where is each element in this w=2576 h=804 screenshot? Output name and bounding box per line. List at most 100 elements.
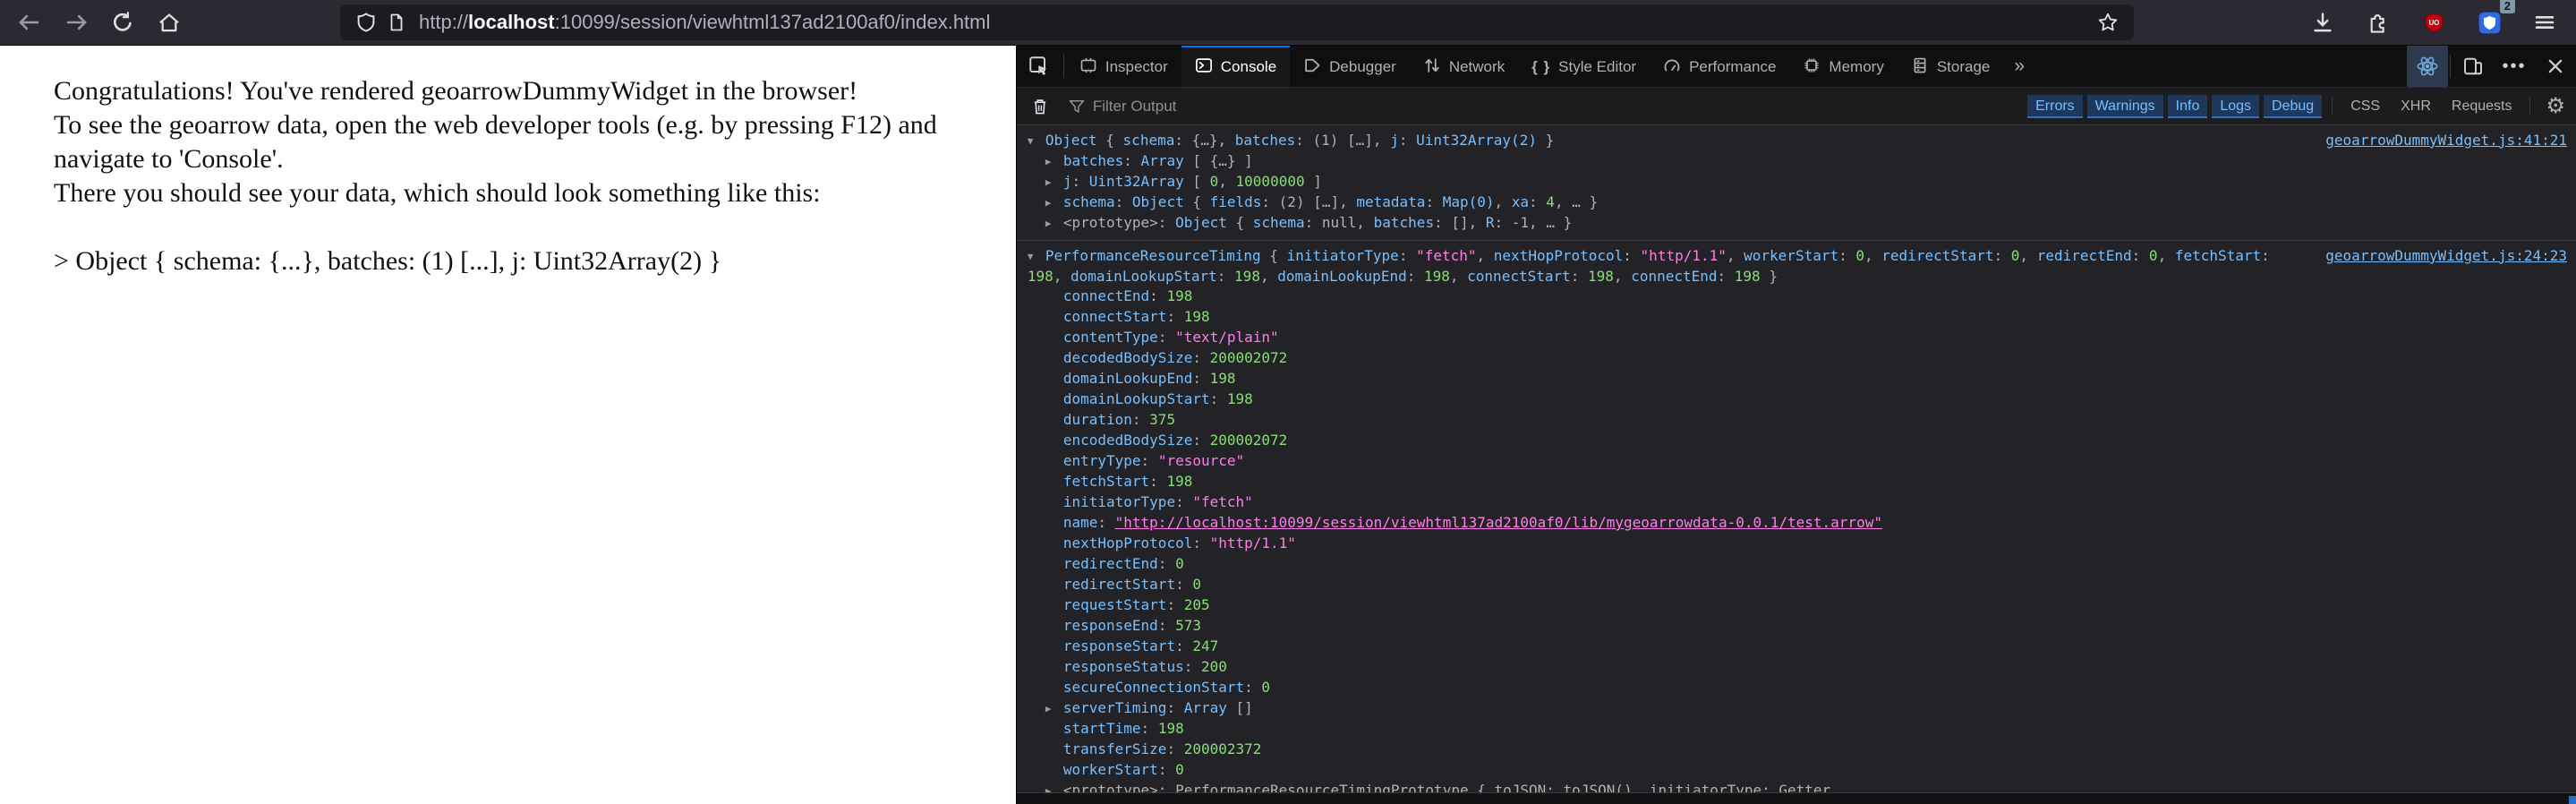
divider	[2332, 97, 2333, 115]
console-token-key: connectStart	[1467, 268, 1571, 285]
console-token-dim: : (2) […],	[1261, 193, 1357, 210]
console-token-num: 573	[1175, 617, 1201, 634]
console-token-key: batches	[1062, 152, 1124, 169]
console-token-dim: :	[1406, 268, 1424, 285]
filter-requests[interactable]: Requests	[2444, 95, 2521, 118]
bookmark-star-icon[interactable]	[2093, 7, 2123, 38]
tab-debugger[interactable]: Debugger	[1290, 46, 1410, 87]
forward-icon[interactable]	[59, 5, 93, 39]
console-token-str: "text/plain"	[1175, 329, 1279, 346]
console-token-dim: ,	[2019, 247, 2037, 264]
console-token-dim: <prototype>:	[1062, 214, 1176, 231]
chevron-double-icon[interactable]: »	[2003, 46, 2035, 87]
console-token-dim: :	[1398, 247, 1417, 264]
extensions-puzzle-icon[interactable]	[2361, 5, 2395, 39]
trash-icon[interactable]	[1026, 92, 1054, 121]
browser-toolbar: http://localhost:10099/session/viewhtml1…	[0, 0, 2576, 46]
atom-icon[interactable]	[2407, 46, 2448, 87]
back-icon[interactable]	[13, 5, 47, 39]
filter-xhr[interactable]: XHR	[2393, 95, 2439, 118]
home-icon[interactable]	[152, 5, 186, 39]
twisty-open-icon[interactable]: ▼	[1028, 132, 1045, 151]
console-token-dim: :	[1192, 432, 1210, 449]
shield-icon[interactable]	[351, 7, 381, 38]
filter-info[interactable]: Info	[2167, 94, 2208, 118]
inspector-icon	[1079, 56, 1097, 79]
tab-inspector[interactable]: Inspector	[1066, 46, 1181, 87]
pick-element-icon[interactable]	[1017, 46, 1062, 87]
console-token-dim: ,	[1259, 268, 1278, 285]
console-property-row: duration: 375	[1028, 410, 2567, 431]
twisty-closed-icon[interactable]: ▶	[1045, 193, 1063, 213]
console-token-key: xa	[1511, 193, 1530, 210]
console-token-obj: Map(0)	[1442, 193, 1495, 210]
filter-logs[interactable]: Logs	[2212, 94, 2260, 118]
filter-debug[interactable]: Debug	[2264, 94, 2323, 118]
console-token-dim: :	[1570, 268, 1589, 285]
twisty-closed-icon[interactable]: ▶	[1045, 782, 1063, 792]
console-property-row: redirectStart: 0	[1028, 575, 2567, 595]
twisty-closed-icon[interactable]: ▶	[1045, 214, 1063, 234]
console-input-row[interactable]	[1016, 792, 2576, 804]
console-token-dim: : (1) […],	[1295, 132, 1391, 149]
tab-memory[interactable]: Memory	[1789, 46, 1897, 87]
source-location-link[interactable]: geoarrowDummyWidget.js:41:21	[2325, 131, 2567, 150]
console-token-num: 0	[2010, 247, 2020, 264]
filter-warnings[interactable]: Warnings	[2086, 94, 2163, 118]
source-location-link[interactable]: geoarrowDummyWidget.js:24:23	[2325, 246, 2567, 266]
console-token-dim: {	[1096, 132, 1123, 149]
page-icon[interactable]	[381, 7, 412, 38]
console-token-dim: :	[1166, 740, 1184, 757]
tab-network[interactable]: Network	[1410, 46, 1518, 87]
console-property-row: workerStart: 0	[1028, 760, 2567, 781]
download-icon[interactable]	[2306, 5, 2340, 39]
url-text[interactable]: http://localhost:10099/session/viewhtml1…	[419, 11, 2093, 34]
console-property-row: responseEnd: 573	[1028, 616, 2567, 637]
tab-label: Network	[1448, 58, 1506, 75]
console-token-num: 198	[1027, 268, 1053, 285]
console-property-row: secureConnectionStart: 0	[1028, 678, 2567, 698]
twisty-closed-icon[interactable]: ▶	[1045, 173, 1063, 192]
ublock-icon[interactable]: UO	[2417, 5, 2451, 39]
console-token-key: batches	[1373, 214, 1435, 231]
console-token-key: entryType	[1062, 452, 1141, 469]
tab-label: Style Editor	[1558, 58, 1637, 75]
filter-css[interactable]: CSS	[2342, 95, 2388, 118]
console-token-key: redirectEnd	[2036, 247, 2132, 264]
meatball-menu-icon[interactable]: •••	[2494, 46, 2535, 87]
hamburger-menu-icon[interactable]	[2528, 5, 2562, 39]
console-token-obj: PerformanceResourceTiming	[1045, 247, 1261, 264]
console-token-num: 198	[1423, 268, 1450, 285]
gear-icon[interactable]: ⚙	[2546, 93, 2565, 119]
tab-performance[interactable]: Performance	[1650, 46, 1789, 87]
console-token-key: contentType	[1062, 329, 1158, 346]
reload-icon[interactable]	[106, 5, 140, 39]
tab-storage[interactable]: Storage	[1898, 46, 2004, 87]
console-icon	[1195, 56, 1213, 79]
close-icon[interactable]	[2535, 46, 2576, 87]
svg-text:UO: UO	[2428, 19, 2439, 27]
url-bar[interactable]: http://localhost:10099/session/viewhtml1…	[340, 4, 2134, 40]
twisty-open-icon[interactable]: ▼	[1028, 247, 1045, 267]
filter-input[interactable]: Filter Output	[1093, 98, 1177, 115]
console-token-strlink[interactable]: "http://localhost:10099/session/viewhtml…	[1115, 514, 1882, 531]
filter-errors[interactable]: Errors	[2027, 94, 2083, 118]
console-token-key: requestStart	[1062, 596, 1167, 613]
console-token-key: nextHopProtocol	[1062, 535, 1193, 552]
console-token-str: "resource"	[1157, 452, 1245, 469]
responsive-design-icon[interactable]	[2452, 46, 2494, 87]
tab-console[interactable]: Console	[1181, 46, 1291, 87]
console-token-dim: :	[1157, 761, 1176, 778]
twisty-closed-icon[interactable]: ▶	[1045, 699, 1063, 719]
console-token-key: schema	[1062, 193, 1115, 210]
twisty-closed-icon[interactable]: ▶	[1045, 152, 1063, 172]
console-token-dim: :	[1097, 514, 1115, 531]
password-manager-icon[interactable]: 2	[2472, 0, 2515, 39]
console-token-dim: :	[1192, 349, 1210, 366]
tab-style-editor[interactable]: { } Style Editor	[1518, 46, 1650, 87]
console-token-dim: ,	[1218, 173, 1236, 190]
